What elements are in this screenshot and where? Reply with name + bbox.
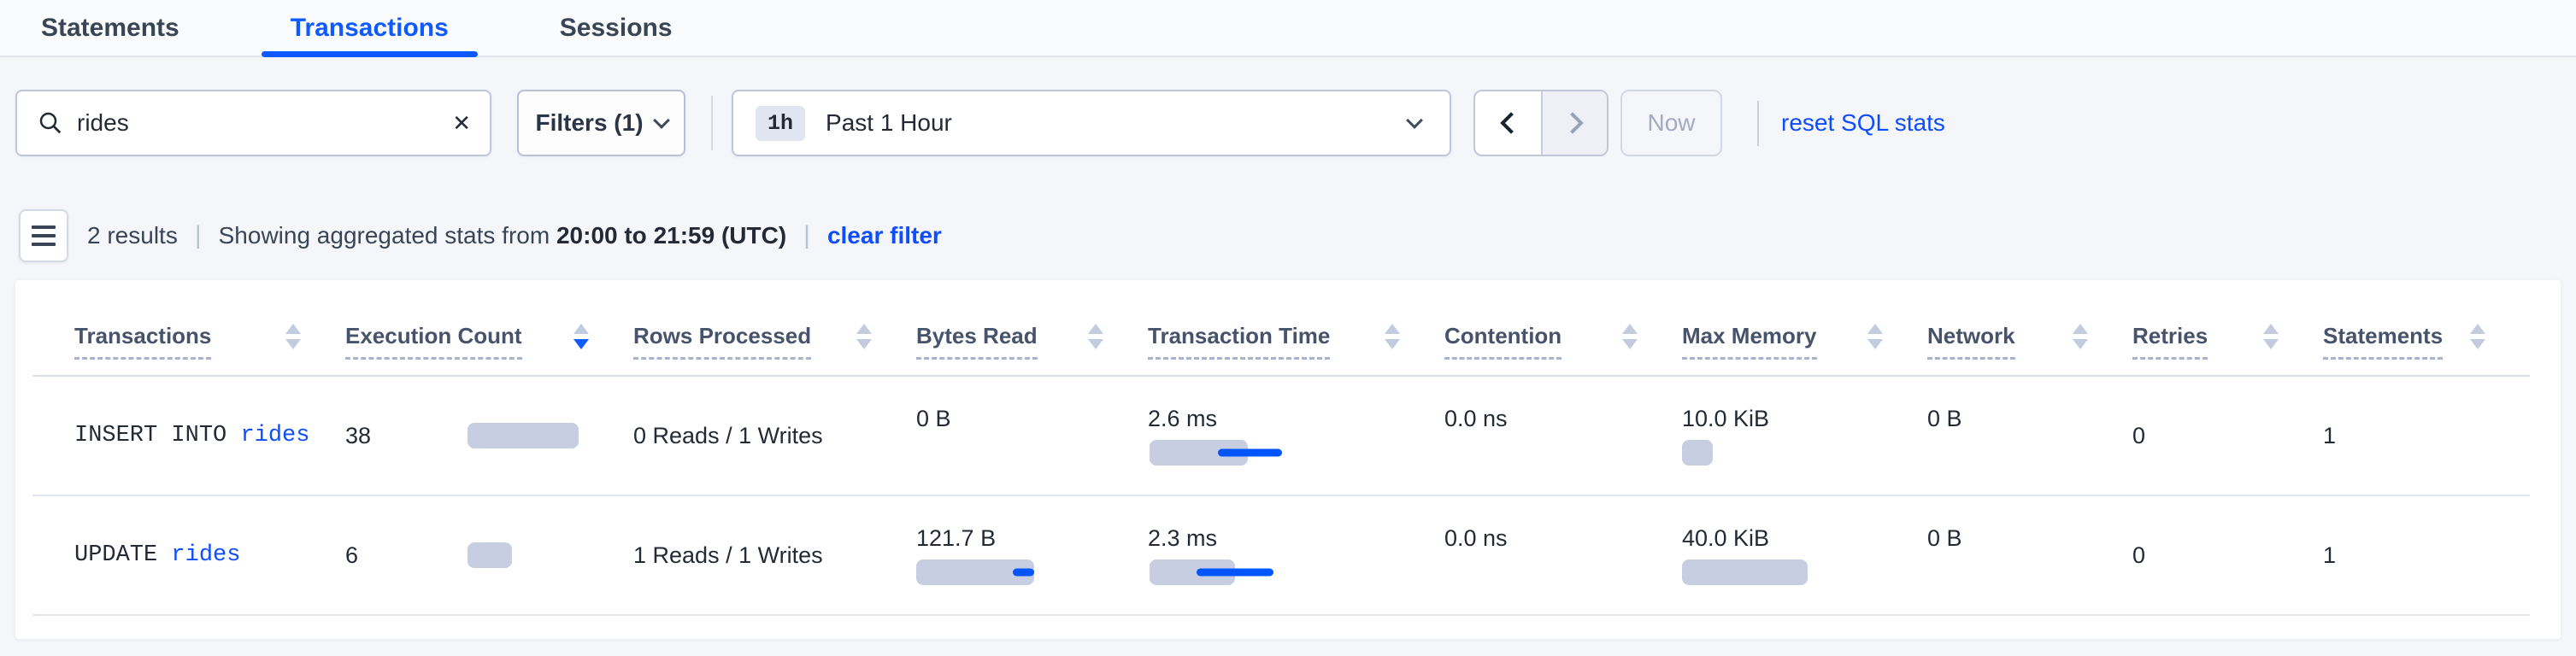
statements-cell: 1 bbox=[2323, 496, 2530, 614]
execution-count-bar bbox=[468, 423, 579, 448]
tab-sessions-label: Sessions bbox=[560, 14, 673, 43]
rows-processed-cell: 0 Reads / 1 Writes bbox=[633, 377, 916, 495]
time-range-picker[interactable]: 1h Past 1 Hour bbox=[732, 90, 1451, 156]
column-header-transaction-time[interactable]: Transaction Time bbox=[1148, 280, 1444, 375]
time-nav-buttons bbox=[1473, 90, 1609, 156]
next-time-button[interactable] bbox=[1541, 91, 1607, 155]
tab-sessions[interactable]: Sessions bbox=[531, 0, 702, 56]
transaction-fingerprint: UPDATE rides bbox=[74, 496, 345, 614]
retries-cell: 0 bbox=[2132, 496, 2323, 614]
network-cell: 0 B bbox=[1927, 496, 2132, 614]
prev-time-button[interactable] bbox=[1475, 91, 1541, 155]
statements-cell: 1 bbox=[2323, 377, 2530, 495]
results-count: 2 results bbox=[87, 222, 178, 249]
sort-arrows-icon[interactable] bbox=[2470, 324, 2485, 349]
execution-count-cell: 6 bbox=[345, 496, 633, 614]
sort-arrows-icon[interactable] bbox=[1088, 324, 1103, 349]
sort-arrows-icon[interactable] bbox=[573, 324, 589, 349]
chevron-down-icon bbox=[653, 112, 670, 129]
transaction-time-cell: 2.3 ms bbox=[1148, 496, 1444, 614]
clear-filter-link[interactable]: clear filter bbox=[827, 222, 942, 249]
sort-arrows-icon[interactable] bbox=[1622, 324, 1638, 349]
sort-arrows-icon[interactable] bbox=[1867, 324, 1883, 349]
chevron-left-icon bbox=[1500, 112, 1521, 133]
toolbar-divider bbox=[1757, 101, 1759, 146]
table-row: UPDATE rides 6 1 Reads / 1 Writes 121.7 … bbox=[32, 496, 2530, 616]
transaction-fingerprint: INSERT INTO rides bbox=[74, 377, 345, 495]
tab-statements-label: Statements bbox=[41, 14, 179, 43]
execution-count-cell: 38 bbox=[345, 377, 633, 495]
tab-statements[interactable]: Statements bbox=[12, 0, 209, 56]
column-header-contention[interactable]: Contention bbox=[1444, 280, 1682, 375]
sort-arrows-icon[interactable] bbox=[2263, 324, 2279, 349]
sort-arrows-icon[interactable] bbox=[1385, 324, 1400, 349]
filters-button-label: Filters (1) bbox=[535, 109, 643, 137]
column-selector-button[interactable] bbox=[19, 209, 68, 262]
bytes-read-cell: 0 B bbox=[916, 377, 1148, 495]
rows-processed-cell: 1 Reads / 1 Writes bbox=[633, 496, 916, 614]
transactions-table: Transactions Execution Count Rows Proces… bbox=[15, 280, 2561, 639]
time-range-badge: 1h bbox=[756, 106, 805, 141]
chevron-down-icon bbox=[1406, 112, 1423, 129]
results-summary: 2 results | Showing aggregated stats fro… bbox=[87, 209, 942, 262]
tab-bar: Statements Transactions Sessions bbox=[0, 0, 2576, 57]
search-icon bbox=[38, 110, 63, 136]
clear-search-icon[interactable]: ✕ bbox=[452, 112, 471, 134]
column-header-retries[interactable]: Retries bbox=[2132, 280, 2323, 375]
contention-cell: 0.0 ns bbox=[1444, 377, 1682, 495]
chevron-right-icon bbox=[1561, 112, 1583, 133]
tab-transactions-label: Transactions bbox=[291, 14, 449, 43]
search-input[interactable] bbox=[77, 109, 452, 137]
search-box[interactable]: ✕ bbox=[15, 90, 491, 156]
filters-button[interactable]: Filters (1) bbox=[517, 90, 685, 156]
showing-stats-text: Showing aggregated stats from 20:00 to 2… bbox=[219, 222, 787, 249]
bytes-read-stddev-bar bbox=[1013, 569, 1034, 577]
column-header-rows-processed[interactable]: Rows Processed bbox=[633, 280, 916, 375]
column-header-bytes-read[interactable]: Bytes Read bbox=[916, 280, 1148, 375]
transaction-link[interactable]: rides bbox=[240, 423, 309, 448]
max-memory-cell: 10.0 KiB bbox=[1682, 377, 1927, 495]
contention-cell: 0.0 ns bbox=[1444, 496, 1682, 614]
table-header-row: Transactions Execution Count Rows Proces… bbox=[32, 280, 2530, 377]
column-header-network[interactable]: Network bbox=[1927, 280, 2132, 375]
time-range-bold: 20:00 to 21:59 (UTC) bbox=[556, 222, 786, 249]
tab-transactions[interactable]: Transactions bbox=[262, 0, 478, 56]
max-memory-bar bbox=[1682, 559, 1808, 585]
time-range-label: Past 1 Hour bbox=[826, 109, 1409, 137]
separator: | bbox=[803, 221, 810, 250]
max-memory-bar bbox=[1682, 440, 1713, 466]
network-cell: 0 B bbox=[1927, 377, 2132, 495]
column-header-transactions[interactable]: Transactions bbox=[74, 280, 345, 375]
now-button[interactable]: Now bbox=[1620, 90, 1722, 156]
transaction-time-cell: 2.6 ms bbox=[1148, 377, 1444, 495]
bytes-read-cell: 121.7 B bbox=[916, 496, 1148, 614]
sort-arrows-icon[interactable] bbox=[285, 324, 301, 349]
transaction-time-stddev-bar bbox=[1197, 569, 1273, 577]
reset-sql-stats-link[interactable]: reset SQL stats bbox=[1781, 90, 1945, 156]
max-memory-cell: 40.0 KiB bbox=[1682, 496, 1927, 614]
list-icon bbox=[32, 226, 56, 229]
transaction-time-stddev-bar bbox=[1218, 449, 1282, 457]
sort-arrows-icon[interactable] bbox=[856, 324, 872, 349]
separator: | bbox=[195, 221, 202, 250]
column-header-execution-count[interactable]: Execution Count bbox=[345, 280, 633, 375]
transaction-link[interactable]: rides bbox=[171, 542, 240, 568]
retries-cell: 0 bbox=[2132, 377, 2323, 495]
column-header-statements[interactable]: Statements bbox=[2323, 280, 2530, 375]
reset-sql-stats-label: reset SQL stats bbox=[1781, 109, 1945, 137]
column-header-max-memory[interactable]: Max Memory bbox=[1682, 280, 1927, 375]
table-row: INSERT INTO rides 38 0 Reads / 1 Writes … bbox=[32, 377, 2530, 496]
sort-arrows-icon[interactable] bbox=[2073, 324, 2088, 349]
execution-count-bar bbox=[468, 542, 512, 568]
now-button-label: Now bbox=[1647, 109, 1695, 137]
toolbar-divider bbox=[711, 96, 713, 150]
